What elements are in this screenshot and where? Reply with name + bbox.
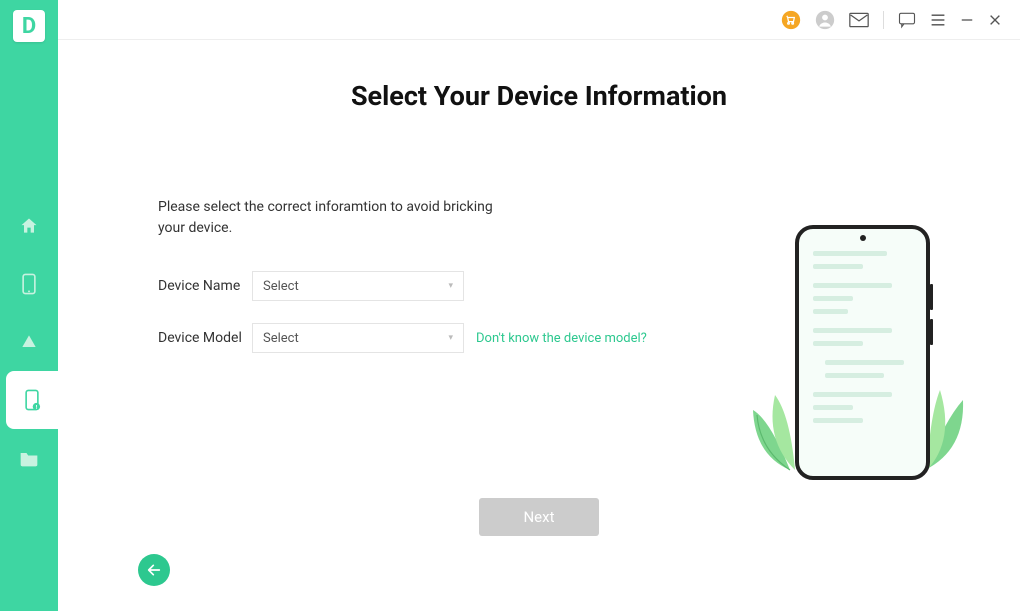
sidebar-item-home[interactable] [0, 197, 58, 255]
folder-icon [19, 449, 39, 467]
phone-graphic [795, 225, 930, 480]
sidebar-item-device[interactable] [0, 255, 58, 313]
sidebar-item-cloud[interactable] [0, 313, 58, 371]
cloud-icon [19, 332, 39, 352]
mail-icon[interactable] [849, 12, 869, 28]
device-model-label: Device Model [158, 330, 252, 346]
page-title: Select Your Device Information [58, 80, 1020, 112]
device-name-select[interactable]: Select ▾ [252, 271, 464, 301]
device-model-row: Device Model Select ▾ Don't know the dev… [158, 323, 648, 353]
cart-icon[interactable] [781, 10, 801, 30]
titlebar [58, 0, 1020, 40]
titlebar-divider [883, 11, 884, 29]
chevron-down-icon: ▾ [448, 281, 453, 291]
device-model-help-link[interactable]: Don't know the device model? [476, 331, 647, 346]
sidebar-item-files[interactable] [0, 429, 58, 487]
sidebar: D ! [0, 0, 58, 611]
device-name-row: Device Name Select ▾ [158, 271, 648, 301]
device-model-value: Select [263, 331, 299, 346]
chevron-down-icon: ▾ [448, 333, 453, 343]
sidebar-item-repair[interactable]: ! [6, 371, 58, 429]
app-logo[interactable]: D [13, 10, 45, 42]
user-icon[interactable] [815, 10, 835, 30]
form-area: Please select the correct inforamtion to… [158, 197, 648, 375]
phone-alert-icon: ! [23, 389, 41, 411]
minimize-icon[interactable] [960, 13, 974, 27]
instruction-text: Please select the correct inforamtion to… [158, 197, 498, 239]
home-icon [19, 216, 39, 236]
arrow-left-icon [146, 562, 162, 578]
back-button[interactable] [138, 554, 170, 586]
device-name-label: Device Name [158, 278, 252, 294]
device-illustration [750, 225, 960, 495]
close-icon[interactable] [988, 13, 1002, 27]
main-content: Select Your Device Information Please se… [58, 40, 1020, 611]
device-name-value: Select [263, 279, 299, 294]
sidebar-nav: ! [0, 197, 58, 487]
menu-icon[interactable] [930, 13, 946, 27]
feedback-icon[interactable] [898, 11, 916, 29]
app-logo-text: D [22, 14, 36, 39]
next-button[interactable]: Next [479, 498, 599, 536]
device-model-select[interactable]: Select ▾ [252, 323, 464, 353]
phone-icon [20, 273, 38, 295]
